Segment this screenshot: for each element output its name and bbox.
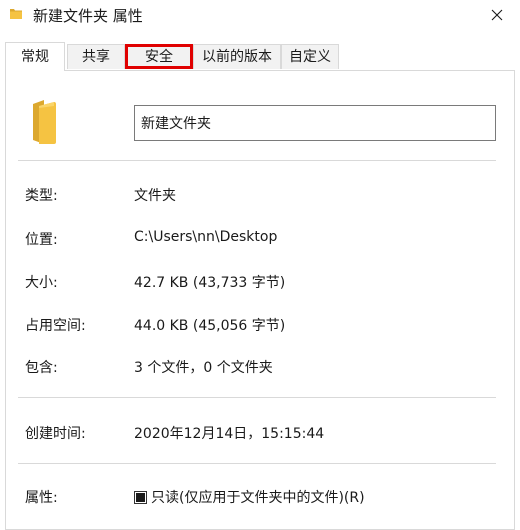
type-label: 类型: xyxy=(25,188,58,204)
folder-icon xyxy=(10,9,22,19)
folder-name-input[interactable] xyxy=(134,105,496,141)
disk-size-label: 占用空间: xyxy=(25,318,86,334)
attributes-label: 属性: xyxy=(25,490,58,506)
title-bar: 新建文件夹 属性 xyxy=(0,0,520,30)
folder-large-icon xyxy=(33,100,56,144)
created-label: 创建时间: xyxy=(25,426,86,442)
contains-label: 包含: xyxy=(25,360,58,376)
separator xyxy=(18,463,496,464)
tab-customize[interactable]: 自定义 xyxy=(281,44,339,69)
tab-general[interactable]: 常规 xyxy=(5,42,65,71)
created-value: 2020年12月14日，15:15:44 xyxy=(134,426,325,442)
location-label: 位置: xyxy=(25,232,58,248)
size-label: 大小: xyxy=(25,275,58,291)
location-value: C:\Users\nn\Desktop xyxy=(134,229,278,245)
indeterminate-mark xyxy=(136,492,145,502)
tab-previous-versions[interactable]: 以前的版本 xyxy=(193,44,281,69)
disk-size-value: 44.0 KB (45,056 字节) xyxy=(134,318,286,334)
tab-sharing[interactable]: 共享 xyxy=(67,44,125,69)
tab-security[interactable]: 安全 xyxy=(125,44,193,69)
readonly-label: 只读(仅应用于文件夹中的文件)(R) xyxy=(151,490,365,506)
contains-value: 3 个文件，0 个文件夹 xyxy=(134,360,273,376)
close-icon xyxy=(491,9,503,21)
separator xyxy=(18,397,496,398)
window-title: 新建文件夹 属性 xyxy=(33,7,143,25)
tab-strip: 常规 共享 安全 以前的版本 自定义 xyxy=(5,42,515,71)
size-value: 42.7 KB (43,733 字节) xyxy=(134,275,286,291)
readonly-checkbox[interactable] xyxy=(134,490,147,504)
readonly-checkbox-row[interactable]: 只读(仅应用于文件夹中的文件)(R) xyxy=(134,487,365,507)
type-value: 文件夹 xyxy=(134,188,176,204)
close-button[interactable] xyxy=(474,0,520,30)
separator xyxy=(18,160,496,161)
